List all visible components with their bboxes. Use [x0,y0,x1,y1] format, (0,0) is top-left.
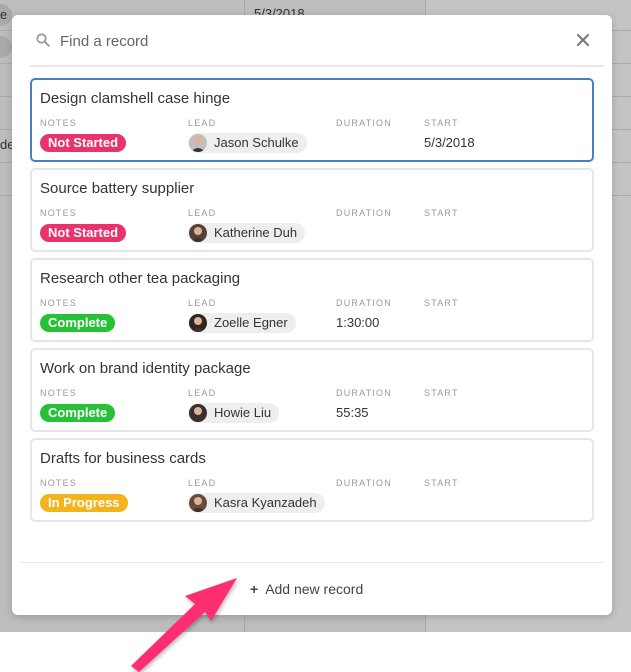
annotation-arrow-icon [131,578,237,672]
lead-label: LEAD [188,208,217,218]
start-label: START [424,208,459,218]
avatar [189,314,207,332]
lead-chip: Katherine Duh [188,223,306,243]
start-value [424,313,459,333]
status-badge: Not Started [40,224,127,242]
lead-chip: Howie Liu [188,403,280,423]
start-value [424,493,459,513]
avatar [189,404,207,422]
duration-field: DURATION 1:30:00 [336,298,392,333]
start-value [424,403,459,423]
duration-value [336,223,392,243]
start-value [424,223,459,243]
status-badge: In Progress [40,494,128,512]
start-label: START [424,298,459,308]
lead-name: Katherine Duh [214,225,298,240]
duration-field: DURATION [336,208,392,243]
lead-field: LEAD Jason Schulke [188,118,307,153]
start-label: START [424,478,459,488]
duration-value [336,493,392,513]
lead-chip: Zoelle Egner [188,313,296,333]
duration-value [336,133,392,153]
record-picker-dialog: Design clamshell case hinge NOTES Not St… [12,15,612,615]
avatar [189,134,207,152]
add-new-record-button[interactable]: + Add new record [250,579,363,599]
lead-name: Jason Schulke [214,135,299,150]
background-cell-text: e [0,7,8,22]
avatar [189,224,207,242]
search-divider [30,65,604,67]
lead-label: LEAD [188,388,217,398]
duration-label: DURATION [336,298,392,308]
start-value: 5/3/2018 [424,135,475,150]
start-field: START [424,478,459,513]
close-icon[interactable] [574,31,592,49]
record-card[interactable]: Work on brand identity package NOTES Com… [30,348,594,432]
avatar [189,494,207,512]
lead-name: Zoelle Egner [214,315,288,330]
notes-label: NOTES [40,118,78,128]
notes-field: NOTES Not Started [40,208,127,243]
status-badge: Complete [40,404,116,422]
lead-name: Kasra Kyanzadeh [214,495,317,510]
duration-value: 1:30:00 [336,315,380,330]
notes-field: NOTES Complete [40,298,116,333]
lead-field: LEAD Kasra Kyanzadeh [188,478,325,513]
background-chip [0,36,12,58]
search-icon [36,33,50,47]
lead-label: LEAD [188,478,217,488]
lead-field: LEAD Howie Liu [188,388,280,423]
lead-label: LEAD [188,118,217,128]
notes-label: NOTES [40,298,78,308]
duration-field: DURATION [336,478,392,513]
record-title: Design clamshell case hinge [40,90,231,107]
record-card[interactable]: Drafts for business cards NOTES In Progr… [30,438,594,522]
search-bar [32,27,602,55]
duration-field: DURATION 55:35 [336,388,392,423]
lead-name: Howie Liu [214,405,272,420]
lead-label: LEAD [188,298,217,308]
start-field: START [424,388,459,423]
start-field: START [424,298,459,333]
record-title: Work on brand identity package [40,360,251,377]
start-label: START [424,118,459,128]
lead-field: LEAD Zoelle Egner [188,298,296,333]
status-badge: Complete [40,314,116,332]
duration-label: DURATION [336,388,392,398]
notes-label: NOTES [40,478,78,488]
search-input[interactable] [60,27,560,55]
start-field: START [424,208,459,243]
record-title: Drafts for business cards [40,450,206,467]
add-new-record-label: Add new record [265,581,364,597]
duration-field: DURATION [336,118,392,153]
record-card[interactable]: Source battery supplier NOTES Not Starte… [30,168,594,252]
record-title: Research other tea packaging [40,270,241,287]
notes-label: NOTES [40,208,78,218]
record-list: Design clamshell case hinge NOTES Not St… [30,78,594,528]
lead-field: LEAD Katherine Duh [188,208,306,243]
duration-label: DURATION [336,208,392,218]
notes-field: NOTES Complete [40,388,116,423]
plus-icon: + [250,581,259,597]
notes-label: NOTES [40,388,78,398]
duration-label: DURATION [336,478,392,488]
duration-label: DURATION [336,118,392,128]
status-badge: Not Started [40,134,127,152]
lead-chip: Jason Schulke [188,133,307,153]
duration-value: 55:35 [336,405,369,420]
start-label: START [424,388,459,398]
record-card[interactable]: Design clamshell case hinge NOTES Not St… [30,78,594,162]
lead-chip: Kasra Kyanzadeh [188,493,325,513]
annotation-arrow-shape [131,578,237,672]
start-field: START 5/3/2018 [424,118,475,153]
footer-divider [20,562,604,563]
record-card[interactable]: Research other tea packaging NOTES Compl… [30,258,594,342]
record-title: Source battery supplier [40,180,195,197]
notes-field: NOTES Not Started [40,118,127,153]
notes-field: NOTES In Progress [40,478,128,513]
